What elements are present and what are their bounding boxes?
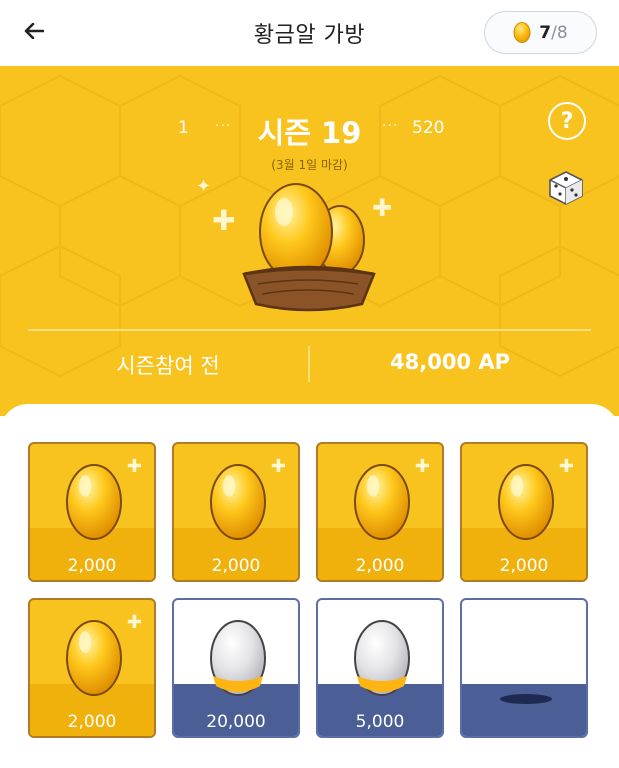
silver-egg-icon bbox=[354, 620, 410, 696]
help-button[interactable]: ? bbox=[548, 102, 586, 140]
egg-slot-gold[interactable]: ✚ 2,000 bbox=[28, 598, 156, 738]
sparkle-icon: ✚ bbox=[558, 456, 574, 477]
egg-count: 7/8 bbox=[539, 22, 568, 43]
egg-value: 2,000 bbox=[355, 556, 405, 576]
dice-button[interactable] bbox=[544, 164, 588, 208]
golden-egg-icon bbox=[354, 464, 410, 540]
egg-slot-gold[interactable]: ✚ 2,000 bbox=[316, 442, 444, 582]
silver-egg-icon bbox=[210, 620, 266, 696]
empty-hole-icon bbox=[500, 694, 552, 704]
question-icon: ? bbox=[560, 108, 574, 134]
season-title: 시즌 19 bbox=[257, 116, 362, 150]
egg-slot-silver[interactable]: 5,000 bbox=[316, 598, 444, 738]
egg-slot-empty[interactable] bbox=[460, 598, 588, 738]
sparkle-icon: ✚ bbox=[270, 456, 286, 477]
golden-egg-icon bbox=[66, 620, 122, 696]
divider bbox=[28, 329, 591, 331]
egg-value: 2,000 bbox=[211, 556, 261, 576]
season-status: 시즌참여 전 bbox=[116, 354, 220, 378]
egg-value: 2,000 bbox=[499, 556, 549, 576]
golden-eggs-nest-icon bbox=[242, 183, 376, 312]
season-hero-panel: 1 ··· 시즌 19 ··· 520 (3월 1일 마감) ? ✦ ✚ ✚ 시… bbox=[0, 66, 619, 416]
sparkle-icon: ✚ bbox=[126, 456, 142, 477]
season-deadline: (3월 1일 마감) bbox=[271, 158, 348, 172]
egg-bag-grid: ✚ 2,000 ✚ 2,000 ✚ 2,000 ✚ 2,000 ✚ 2,000 … bbox=[0, 404, 619, 768]
golden-egg-icon bbox=[66, 464, 122, 540]
egg-value: 2,000 bbox=[67, 712, 117, 732]
app-header: 황금알 가방 7/8 bbox=[0, 0, 619, 66]
season-max: 520 bbox=[412, 118, 445, 138]
dots-icon: ··· bbox=[382, 118, 399, 134]
golden-egg-icon bbox=[210, 464, 266, 540]
dice-icon bbox=[549, 171, 583, 205]
egg-value: 5,000 bbox=[355, 712, 405, 732]
egg-slot-gold[interactable]: ✚ 2,000 bbox=[460, 442, 588, 582]
egg-value: 20,000 bbox=[206, 712, 266, 732]
egg-value: 2,000 bbox=[67, 556, 117, 576]
egg-slot-gold[interactable]: ✚ 2,000 bbox=[172, 442, 300, 582]
egg-counter-badge[interactable]: 7/8 bbox=[484, 11, 597, 54]
golden-egg-icon bbox=[498, 464, 554, 540]
sparkle-icon: ✚ bbox=[126, 612, 142, 633]
egg-slot-silver[interactable]: 20,000 bbox=[172, 598, 300, 738]
season-points: 48,000 AP bbox=[390, 350, 510, 374]
golden-egg-icon bbox=[513, 19, 531, 47]
season-range: 1 ··· 시즌 19 ··· 520 bbox=[0, 110, 619, 150]
sparkle-icon: ✚ bbox=[414, 456, 430, 477]
egg-slot-gold[interactable]: ✚ 2,000 bbox=[28, 442, 156, 582]
